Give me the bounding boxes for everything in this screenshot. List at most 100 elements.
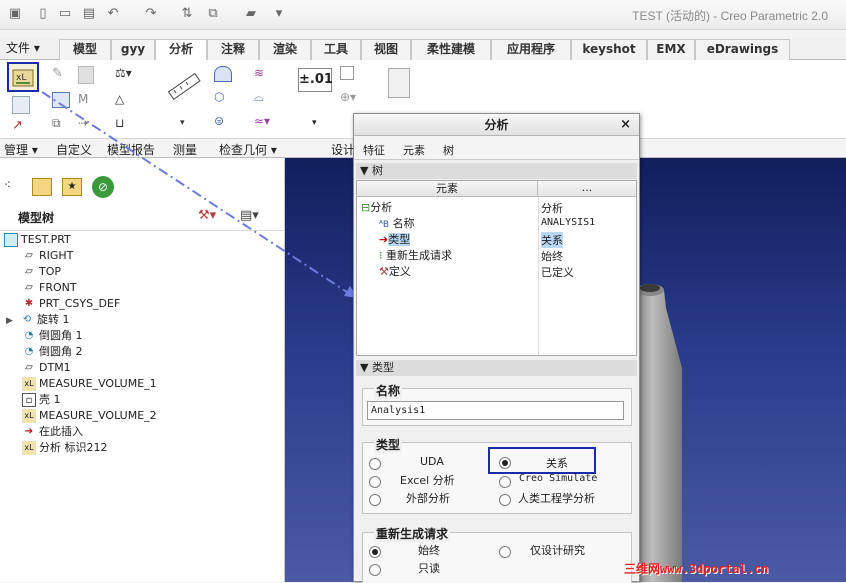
file-menu[interactable]: 文件 ▾ (6, 39, 40, 60)
radio-excel[interactable] (369, 476, 381, 488)
params-icon[interactable]: ⇢ (78, 116, 96, 132)
tree-item-round1[interactable]: ◔ 倒圆角 1 (22, 328, 83, 344)
radio-always[interactable] (369, 546, 381, 558)
radio-relations[interactable] (499, 457, 511, 469)
tab-gyy[interactable]: gyy (111, 39, 155, 60)
tree-row-analysis[interactable]: ⊟分析 (361, 199, 392, 215)
tree-item-front[interactable]: ▱ FRONT (22, 280, 76, 296)
group-inspect-geometry[interactable]: 检查几何 ▾ (219, 141, 277, 158)
column-header-value[interactable]: ... (538, 181, 636, 197)
pin-icon[interactable]: ✎ (52, 66, 70, 84)
tree-item-shell[interactable]: ▫ 壳 1 (22, 392, 61, 408)
group-manage[interactable]: 管理 ▾ (4, 141, 38, 158)
tab-emx[interactable]: EMX (647, 39, 695, 60)
regenerate-icon[interactable]: ⇅ (178, 5, 196, 23)
tree-item-top[interactable]: ▱ TOP (22, 264, 61, 280)
design-icon-3[interactable] (388, 68, 410, 98)
check-geom-icon-2[interactable]: ⬡ (214, 90, 232, 106)
favorites-icon[interactable]: ★ (62, 178, 82, 196)
check-geom-icon-3[interactable]: ⊜ (214, 114, 232, 130)
check-geom-icon-1[interactable] (214, 66, 232, 82)
graph-icon[interactable]: ↗ (12, 118, 30, 134)
radio-external[interactable] (369, 494, 381, 506)
model-tree-tab-icon[interactable]: ⁖ (4, 178, 22, 196)
group-model-report[interactable]: 模型报告 (107, 141, 155, 158)
design-icon-1[interactable] (340, 66, 354, 80)
group-custom[interactable]: 自定义 (56, 141, 92, 158)
open-icon[interactable]: ▭ (56, 5, 74, 23)
mass-props-icon[interactable]: ⚖▾ (115, 66, 137, 84)
design-dropdown-icon[interactable]: ▾ (312, 118, 317, 128)
tree-value-type: 关系 (541, 232, 563, 248)
tree-item-round2[interactable]: ◔ 倒圆角 2 (22, 344, 83, 360)
divider (0, 230, 284, 231)
m-icon[interactable]: M (78, 92, 94, 108)
radio-read-only[interactable] (369, 564, 381, 576)
measure-icon[interactable]: △ (115, 92, 135, 110)
radio-creo-simulate[interactable] (499, 476, 511, 488)
type-section-header[interactable]: ▼ 类型 (356, 360, 637, 376)
group-design[interactable]: 设计 (331, 141, 355, 158)
check-geom-icon-6[interactable]: ≈▾ (254, 114, 278, 130)
tree-row-regen[interactable]: ⁝ 重新生成请求 (379, 247, 452, 263)
menu-element[interactable]: 元素 (403, 142, 425, 158)
radio-design-study-only[interactable] (499, 546, 511, 558)
tab-view[interactable]: 视图 (361, 39, 411, 60)
table-icon[interactable] (52, 92, 70, 108)
column-header-element[interactable]: 元素 (357, 181, 538, 197)
tree-item-measure1[interactable]: xL MEASURE_VOLUME_1 (22, 376, 157, 392)
tab-keyshot[interactable]: keyshot (571, 39, 647, 60)
tab-edrawings[interactable]: eDrawings (695, 39, 790, 60)
tree-item-measure2[interactable]: xL MEASURE_VOLUME_2 (22, 408, 157, 424)
menu-feature[interactable]: 特征 (363, 142, 385, 158)
check-geom-icon-5[interactable]: ⌓ (254, 90, 272, 106)
menu-tree[interactable]: 树 (443, 142, 454, 158)
windows-icon[interactable]: ⧉ (204, 5, 222, 23)
tree-row-name[interactable]: ᴬB 名称 (379, 215, 415, 231)
tree-item-dtm1[interactable]: ▱ DTM1 (22, 360, 71, 376)
tab-render[interactable]: 渲染 (259, 39, 311, 60)
tree-settings-icon[interactable]: ⚒▾ (198, 208, 230, 226)
undo-icon[interactable]: ↶ (104, 5, 122, 23)
tree-row-definition[interactable]: ⚒定义 (379, 263, 411, 279)
tree-item-csys[interactable]: ✱ PRT_CSYS_DEF (22, 296, 121, 312)
report-icon[interactable]: ⊔ (115, 116, 135, 134)
tree-item-revolve[interactable]: ▶ ⟲ 旋转 1 (6, 312, 70, 328)
relations-icon[interactable]: ⧉ (52, 116, 70, 132)
tree-row-type[interactable]: ➔类型 (379, 231, 411, 247)
save-icon[interactable]: ▤ (80, 5, 98, 23)
redo-icon[interactable]: ↷ (142, 5, 160, 23)
tab-flexible-modeling[interactable]: 柔性建模 (411, 39, 491, 60)
radio-relations-label: 关系 (546, 457, 568, 470)
tree-item-right[interactable]: ▱ RIGHT (22, 248, 73, 264)
analysis-feature-button[interactable]: xL (7, 62, 39, 92)
tree-show-icon[interactable]: ▤▾ (240, 208, 274, 226)
tree-item-analysis[interactable]: xL 分析 标识212 (22, 440, 108, 456)
tolerance-button[interactable]: ±.01 (298, 68, 333, 92)
tree-item-part[interactable]: TEST.PRT (4, 232, 71, 248)
folder-browser-icon[interactable] (32, 178, 52, 196)
design-icon-2[interactable]: ⊕▾ (340, 90, 360, 104)
analysis-name-input[interactable]: Analysis1 (367, 401, 624, 420)
radio-uda[interactable] (369, 458, 381, 470)
close-icon[interactable]: × (620, 117, 631, 132)
close-window-icon[interactable]: ▰ (242, 5, 260, 23)
tab-annotate[interactable]: 注释 (207, 39, 259, 60)
tab-tools[interactable]: 工具 (311, 39, 361, 60)
sheet-icon[interactable] (78, 66, 94, 84)
tree-section-header[interactable]: ▼ 树 (356, 163, 637, 179)
new-icon[interactable]: ▯ (34, 5, 52, 23)
radio-ergonomics[interactable] (499, 494, 511, 506)
calculator-icon[interactable] (12, 96, 30, 114)
web-browser-icon[interactable]: ⊘ (92, 176, 114, 198)
insert-arrow-icon: ➔ (24, 426, 34, 437)
tab-model[interactable]: 模型 (59, 39, 111, 60)
tab-applications[interactable]: 应用程序 (491, 39, 571, 60)
ruler-icon[interactable] (166, 68, 202, 104)
tab-analysis[interactable]: 分析 (155, 39, 207, 61)
group-measure[interactable]: 测量 (173, 141, 197, 158)
tree-item-insert-here[interactable]: ➔ 在此插入 (22, 424, 83, 440)
check-geom-icon-4[interactable]: ≋ (254, 66, 272, 82)
customize-toolbar-icon[interactable]: ▾ (270, 5, 288, 23)
measure-dropdown-icon[interactable]: ▾ (180, 118, 185, 128)
